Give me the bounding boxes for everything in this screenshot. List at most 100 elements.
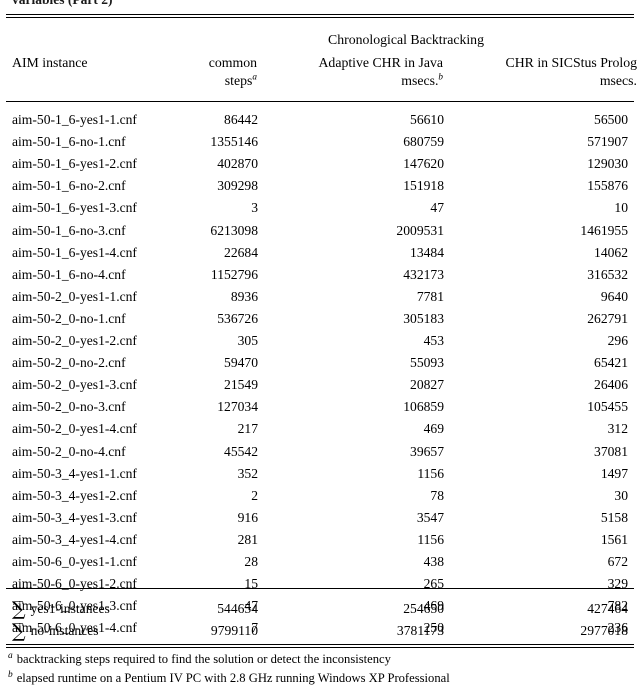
- cell-prolog-msecs: 26406: [594, 377, 628, 393]
- cell-java-msecs: 7781: [416, 288, 444, 304]
- cell-common-steps: 22684: [224, 244, 258, 260]
- header-bottom-rule: [6, 101, 634, 102]
- cell-prolog-msecs: 5158: [600, 509, 628, 525]
- footnotes-top-rule: [6, 644, 634, 648]
- cell-prolog-msecs: 262791: [587, 310, 628, 326]
- footnote-ref-b: b: [438, 70, 443, 81]
- table-row: aim-50-2_0-yes1-2.cnf 305 453 296: [12, 327, 628, 349]
- footnote-marker: b: [8, 669, 13, 680]
- cell-common-steps: 309298: [217, 178, 258, 194]
- cell-instance-name: aim-50-2_0-yes1-4.cnf: [12, 421, 137, 437]
- table-row: aim-50-1_6-yes1-1.cnf 86442 56610 56500: [12, 106, 628, 128]
- cell-instance-name: aim-50-1_6-no-2.cnf: [12, 178, 126, 194]
- header-aim-instance-label: AIM instance: [12, 55, 88, 70]
- cell-instance-name: aim-50-1_6-yes1-3.cnf: [12, 200, 137, 216]
- cell-summary-common-steps: 9799110: [210, 623, 258, 639]
- table-row: aim-50-1_6-no-1.cnf 1355146 680759 571907: [12, 128, 628, 150]
- cell-summary-java-msecs: 3781173: [396, 623, 444, 639]
- cell-instance-name: aim-50-3_4-yes1-1.cnf: [12, 465, 137, 481]
- cell-java-msecs: 39657: [410, 443, 444, 459]
- header-java-msecs-label: msecs.: [401, 72, 439, 88]
- cell-instance-name: aim-50-1_6-no-4.cnf: [12, 266, 126, 282]
- footnotes: a backtracking steps required to find the…: [8, 650, 632, 688]
- cell-java-msecs: 438: [423, 553, 444, 569]
- header-common-steps: common stepsa: [150, 54, 257, 89]
- sigma-icon: ∑: [12, 620, 26, 643]
- cell-java-msecs: 20827: [410, 377, 444, 393]
- cell-java-msecs: 2009531: [396, 222, 444, 238]
- cell-prolog-msecs: 37081: [594, 443, 628, 459]
- header-java-line2: msecs.b: [262, 70, 443, 90]
- cell-instance-name: aim-50-2_0-no-1.cnf: [12, 310, 126, 326]
- cell-prolog-msecs: 1561: [600, 531, 628, 547]
- cell-prolog-msecs: 30: [614, 487, 628, 503]
- cell-common-steps: 8936: [230, 288, 258, 304]
- table-row: aim-50-2_0-no-4.cnf 45542 39657 37081: [12, 437, 628, 459]
- table-row: aim-50-2_0-yes1-3.cnf 21549 20827 26406: [12, 371, 628, 393]
- cell-java-msecs: 305183: [403, 310, 444, 326]
- cell-instance-name: aim-50-3_4-yes1-2.cnf: [12, 487, 137, 503]
- results-table: aim-50-1_6-yes1-1.cnf 86442 56610 56500 aim-…: [12, 106, 628, 636]
- cell-instance-name: aim-50-1_6-yes1-1.cnf: [12, 112, 137, 128]
- cell-instance-name: aim-50-6_0-yes1-1.cnf: [12, 553, 137, 569]
- table-row: aim-50-6_0-yes1-1.cnf 28 438 672: [12, 548, 628, 570]
- footnote-text: elapsed runtime on a Pentium IV PC with …: [16, 671, 450, 685]
- cell-java-msecs: 13484: [410, 244, 444, 260]
- cell-java-msecs: 1156: [417, 531, 444, 547]
- table-row: aim-50-3_4-yes1-3.cnf 916 3547 5158: [12, 504, 628, 526]
- cell-summary-java-msecs: 254650: [403, 600, 444, 616]
- footnote-a: a backtracking steps required to find the…: [8, 650, 632, 669]
- table-header: Chronological Backtracking AIM instance …: [12, 32, 637, 96]
- header-java-line1: Adaptive CHR in Java: [318, 55, 443, 70]
- table-row: aim-50-1_6-yes1-2.cnf 402870 147620 129030: [12, 150, 628, 172]
- table-row: aim-50-2_0-yes1-1.cnf 8936 7781 9640: [12, 283, 628, 305]
- cell-instance-name: aim-50-2_0-no-3.cnf: [12, 399, 126, 415]
- cell-prolog-msecs: 312: [607, 421, 628, 437]
- cell-instance-name: aim-50-3_4-yes1-4.cnf: [12, 531, 137, 547]
- cell-summary-label: ∑ yes1-instances: [12, 594, 180, 618]
- cell-prolog-msecs: 14062: [594, 244, 628, 260]
- cell-common-steps: 217: [237, 421, 258, 437]
- header-adaptive-chr-java: Adaptive CHR in Java msecs.b: [262, 54, 443, 89]
- header-prolog-line1: CHR in SICStus Prolog: [505, 55, 638, 70]
- cell-java-msecs: 432173: [403, 266, 444, 282]
- cell-prolog-msecs: 296: [607, 333, 628, 349]
- cell-common-steps: 28: [244, 553, 258, 569]
- header-common-steps-label: steps: [224, 72, 253, 88]
- table-row: aim-50-2_0-no-2.cnf 59470 55093 65421: [12, 349, 628, 371]
- cell-instance-name: aim-50-2_0-yes1-2.cnf: [12, 333, 137, 349]
- table-caption-fragment: variables (Part 2): [12, 0, 628, 8]
- header-chr-sicstus-prolog: CHR in SICStus Prolog msecs.: [452, 54, 638, 89]
- header-common-line2: stepsa: [150, 70, 257, 90]
- footnote-ref-a: a: [252, 70, 257, 81]
- table-top-rule: [6, 14, 634, 18]
- cell-common-steps: 281: [237, 531, 258, 547]
- table-row: aim-50-1_6-no-4.cnf 1152796 432173 316532: [12, 261, 628, 283]
- table-row: aim-50-3_4-yes1-2.cnf 2 78 30: [12, 482, 628, 504]
- cell-prolog-msecs: 65421: [594, 355, 628, 371]
- cell-summary-common-steps: 544654: [217, 600, 258, 616]
- summary-label-text: yes1-instances: [30, 600, 110, 616]
- summary-table: ∑ yes1-instances 544654 254650 427464 ∑ no-ins…: [12, 594, 628, 643]
- table-row: aim-50-1_6-yes1-3.cnf 3 47 10: [12, 194, 628, 216]
- cell-java-msecs: 78: [430, 487, 444, 503]
- cell-common-steps: 6213098: [210, 222, 258, 238]
- summary-top-rule: [6, 588, 634, 589]
- summary-label-text: no-instances: [30, 623, 99, 639]
- cell-prolog-msecs: 10: [614, 200, 628, 216]
- summary-row: ∑ no-instances 9799110 3781173 2977018: [12, 617, 628, 643]
- cell-java-msecs: 147620: [403, 156, 444, 172]
- header-prolog-line2: msecs.: [599, 72, 637, 88]
- cell-prolog-msecs: 1461955: [580, 222, 628, 238]
- cell-common-steps: 86442: [224, 112, 258, 128]
- cell-common-steps: 127034: [217, 399, 258, 415]
- table-row: aim-50-1_6-no-3.cnf 6213098 2009531 1461955: [12, 216, 628, 238]
- table-row: aim-50-1_6-no-2.cnf 309298 151918 155876: [12, 172, 628, 194]
- cell-prolog-msecs: 571907: [587, 134, 628, 150]
- cell-common-steps: 536726: [217, 310, 258, 326]
- cell-instance-name: aim-50-3_4-yes1-3.cnf: [12, 509, 137, 525]
- footnote-marker: a: [8, 650, 13, 661]
- footnote-b: b elapsed runtime on a Pentium IV PC with…: [8, 669, 632, 688]
- cell-instance-name: aim-50-1_6-no-3.cnf: [12, 222, 126, 238]
- cell-instance-name: aim-50-1_6-no-1.cnf: [12, 134, 126, 150]
